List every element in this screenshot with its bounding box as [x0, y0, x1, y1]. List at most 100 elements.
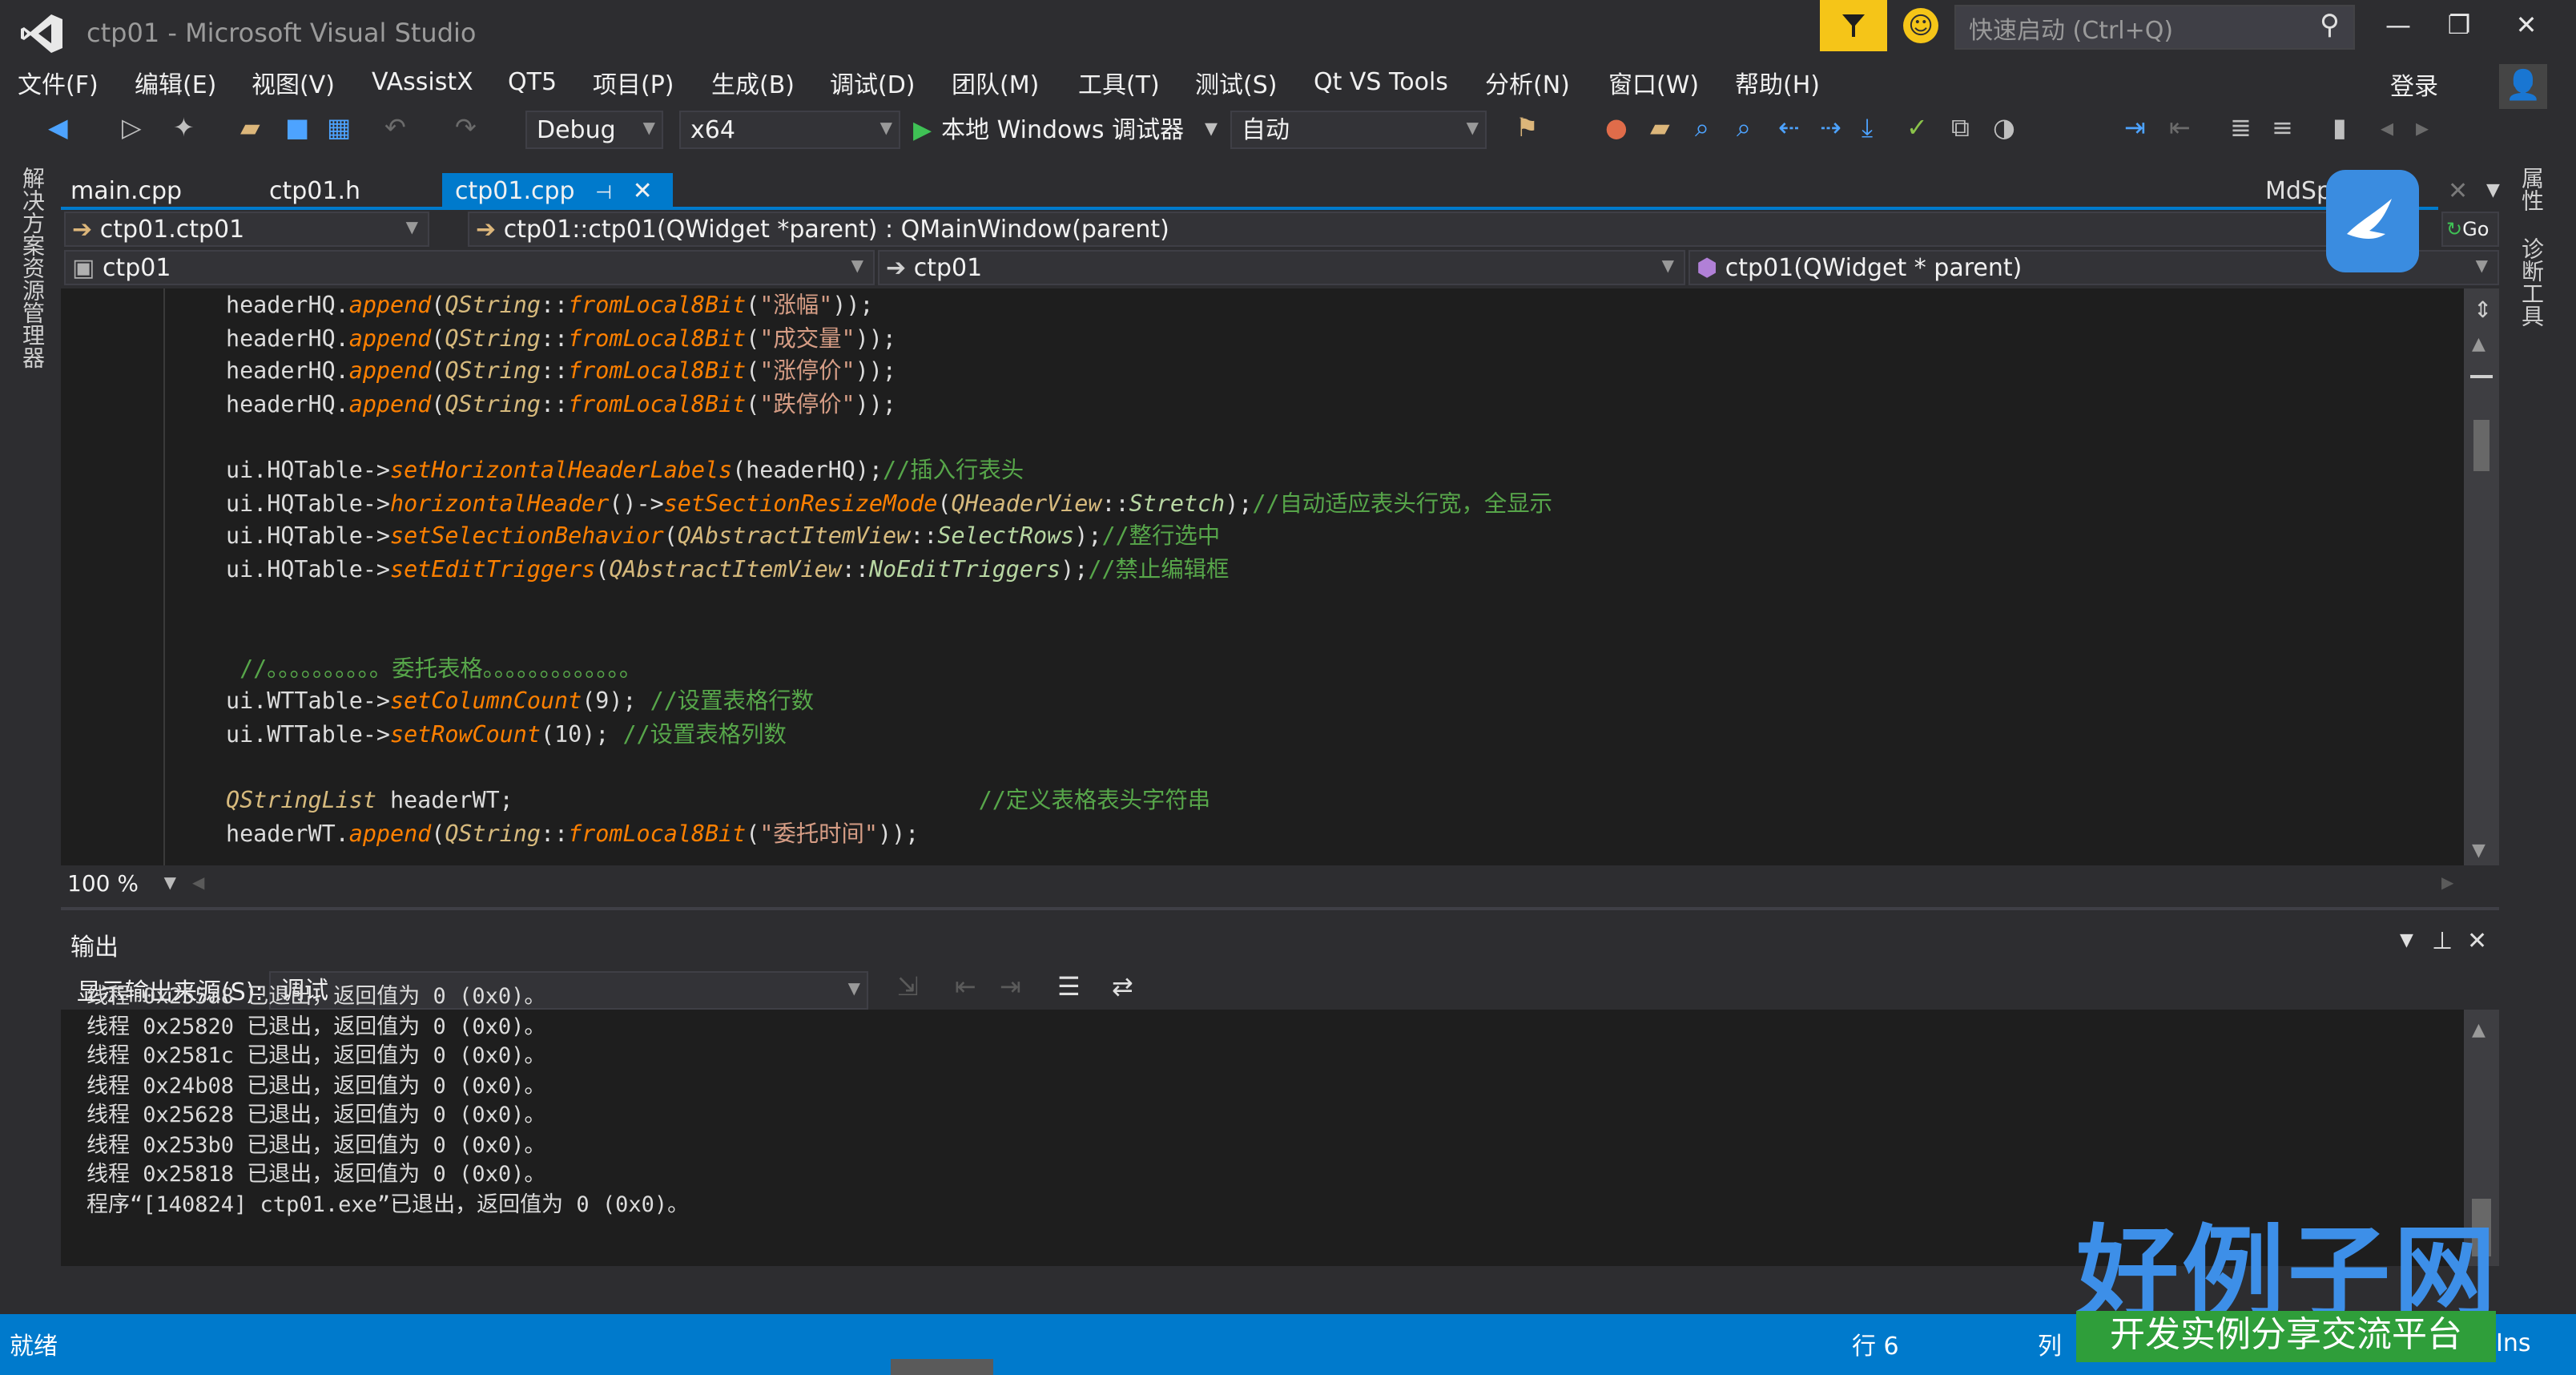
menu-analyze[interactable]: 分析(N)	[1485, 67, 1570, 101]
bookmark-toolbar-icon[interactable]: ●	[1605, 109, 1628, 147]
spell-check-icon[interactable]: ✓	[1906, 109, 1928, 147]
tab-ctp01-h[interactable]: ctp01.h	[256, 173, 373, 208]
prev-message-icon[interactable]: ⇤	[955, 968, 976, 1006]
sign-in-link[interactable]: 登录	[2390, 69, 2438, 103]
project-icon: ▣	[72, 253, 95, 282]
open-file-icon[interactable]: ▰	[240, 109, 260, 147]
panel-divider	[61, 907, 2499, 910]
menu-qt5[interactable]: QT5	[508, 67, 557, 96]
editor-horizontal-scrollbar[interactable]	[189, 869, 2464, 901]
undo-icon[interactable]: ↶	[384, 109, 406, 147]
zoom-level-select[interactable]: 100 % ▼	[61, 869, 183, 901]
menu-build[interactable]: 生成(B)	[711, 67, 795, 101]
bookmark-icon[interactable]: ▮	[2332, 109, 2347, 147]
tab-main-cpp[interactable]: main.cpp	[58, 173, 195, 208]
debugger-dropdown-icon[interactable]: ▾	[1205, 109, 1218, 147]
editor-scroll-thumb[interactable]	[2473, 420, 2489, 471]
solution-explorer-tab[interactable]: 解决方案资源管理器	[13, 167, 48, 391]
new-project-icon[interactable]: ✦	[173, 109, 195, 147]
scroll-right-icon[interactable]: ▶	[2441, 875, 2453, 893]
tab-ctp01-cpp[interactable]: ctp01.cpp ⊣ ✕	[442, 173, 673, 208]
pin-icon[interactable]: ⊣	[595, 181, 612, 204]
panel-menu-icon[interactable]: ▼	[2400, 929, 2413, 950]
menu-team[interactable]: 团队(M)	[952, 67, 1039, 101]
find-symbol-icon[interactable]: ⌕	[1695, 109, 1709, 147]
start-debugging-button[interactable]: ▶ 本地 Windows 调试器	[913, 111, 1184, 149]
tab-label: main.cpp	[70, 176, 183, 205]
notification-flag-icon[interactable]	[1820, 0, 1887, 51]
next-message-icon[interactable]: ⇥	[1000, 968, 1021, 1006]
menu-tools[interactable]: 工具(T)	[1078, 67, 1160, 101]
user-avatar-icon[interactable]: 👤	[2499, 64, 2547, 109]
clear-all-icon[interactable]: ☰	[1057, 968, 1081, 1006]
solution-configuration-select[interactable]: Debug ▼	[525, 111, 663, 149]
go-forward-arrow-icon[interactable]: ⇢	[1820, 109, 1841, 147]
uncomment-lines-icon[interactable]: ≡	[2272, 109, 2293, 147]
restore-button[interactable]: ❐	[2435, 10, 2483, 45]
output-line: 线程 0x25628 已退出，返回值为 0 (0x0)。	[87, 1103, 546, 1128]
panel-pin-icon[interactable]: ⊥	[2432, 926, 2453, 955]
menu-project[interactable]: 项目(P)	[593, 67, 674, 101]
tab-close-icon[interactable]: ✕	[633, 176, 653, 205]
output-line: 线程 0x2581c 已退出，返回值为 0 (0x0)。	[87, 1043, 546, 1069]
step-into-icon[interactable]: ⤓	[1862, 109, 1873, 147]
menu-qt-vs-tools[interactable]: Qt VS Tools	[1314, 67, 1448, 96]
menu-window[interactable]: 窗口(W)	[1608, 67, 1699, 101]
panel-close-icon[interactable]: ✕	[2467, 926, 2487, 955]
menu-file[interactable]: 文件(F)	[18, 67, 99, 101]
word-wrap-icon[interactable]: ⇄	[1112, 968, 1133, 1006]
minimize-button[interactable]: —	[2374, 10, 2422, 45]
class-arrow-icon: ➔	[886, 253, 907, 282]
member-navigation-select[interactable]: ➔ ctp01::ctp01(QWidget *parent) : QMainW…	[468, 212, 2409, 247]
quick-launch-input[interactable]: 快速启动 (Ctrl+Q)	[1954, 5, 2355, 50]
comment-lines-icon[interactable]: ≣	[2230, 109, 2252, 147]
outdent-icon[interactable]: ⇤	[2169, 109, 2191, 147]
menu-view[interactable]: 视图(V)	[252, 67, 335, 101]
next-bookmark-icon[interactable]: ▸	[2416, 109, 2429, 147]
output-line: 线程 0x24b08 已退出，返回值为 0 (0x0)。	[87, 1073, 546, 1099]
go-button[interactable]: ↻Go	[2441, 212, 2499, 247]
tab-list-dropdown-icon[interactable]: ▼	[2473, 173, 2513, 208]
zoom-level-value: 100 %	[67, 872, 139, 897]
indent-icon[interactable]: ⇥	[2124, 109, 2146, 147]
save-all-icon[interactable]: ▦	[327, 109, 351, 147]
tab-label: ctp01.cpp	[455, 176, 575, 205]
scroll-down-icon[interactable]: ▼	[2472, 840, 2485, 861]
project-select[interactable]: ▣ ctp01 ▼	[64, 250, 875, 285]
auto-select[interactable]: 自动 ▼	[1230, 111, 1487, 149]
diagnostic-tools-tab[interactable]: 诊断工具	[2515, 237, 2547, 327]
go-label: Go	[2462, 218, 2489, 240]
member-arrow-icon: ➔	[476, 215, 497, 244]
settings-toggle-icon[interactable]: ◑	[1993, 109, 2015, 147]
open-header-icon[interactable]: ⧉	[1951, 109, 1970, 147]
solution-platform-value: x64	[690, 115, 735, 144]
menu-help[interactable]: 帮助(H)	[1735, 67, 1820, 101]
project-select-value: ctp01	[102, 253, 171, 282]
scroll-left-icon[interactable]: ◀	[192, 875, 204, 893]
go-back-arrow-icon[interactable]: ⇠	[1778, 109, 1800, 147]
find-references-icon[interactable]: ⌕	[1737, 109, 1751, 147]
menu-edit[interactable]: 编辑(E)	[135, 67, 216, 101]
menu-debug[interactable]: 调试(D)	[830, 67, 916, 101]
find-in-files-icon[interactable]: ⚑	[1515, 109, 1539, 147]
redo-icon[interactable]: ↷	[455, 109, 477, 147]
output-scroll-up-icon[interactable]: ▲	[2472, 1019, 2485, 1040]
menu-test[interactable]: 测试(S)	[1195, 67, 1277, 101]
navigate-back-icon[interactable]: ◀	[48, 109, 68, 147]
search-icon[interactable]: ⚲	[2320, 10, 2340, 42]
properties-tab[interactable]: 属性	[2515, 167, 2547, 212]
menu-vassistx[interactable]: VAssistX	[372, 67, 473, 96]
scope-navigation-select[interactable]: ➔ ctp01.ctp01 ▼	[64, 212, 429, 247]
scroll-up-icon[interactable]: ▲	[2472, 333, 2485, 354]
scope-arrow-icon: ➔	[72, 215, 93, 244]
navigate-forward-icon[interactable]: ▷	[122, 109, 142, 147]
open-folder-icon[interactable]: ▰	[1650, 109, 1670, 147]
solution-platform-select[interactable]: x64 ▼	[679, 111, 900, 149]
close-button[interactable]: ✕	[2502, 10, 2550, 45]
find-message-icon[interactable]: ⇲	[897, 968, 919, 1006]
prev-bookmark-icon[interactable]: ◂	[2381, 109, 2393, 147]
feedback-smiley-icon[interactable]: ☺	[1903, 8, 1938, 43]
split-editor-icon[interactable]: ⇕	[2473, 298, 2492, 324]
save-icon[interactable]: ■	[285, 109, 309, 147]
class-select[interactable]: ➔ ctp01 ▼	[878, 250, 1685, 285]
